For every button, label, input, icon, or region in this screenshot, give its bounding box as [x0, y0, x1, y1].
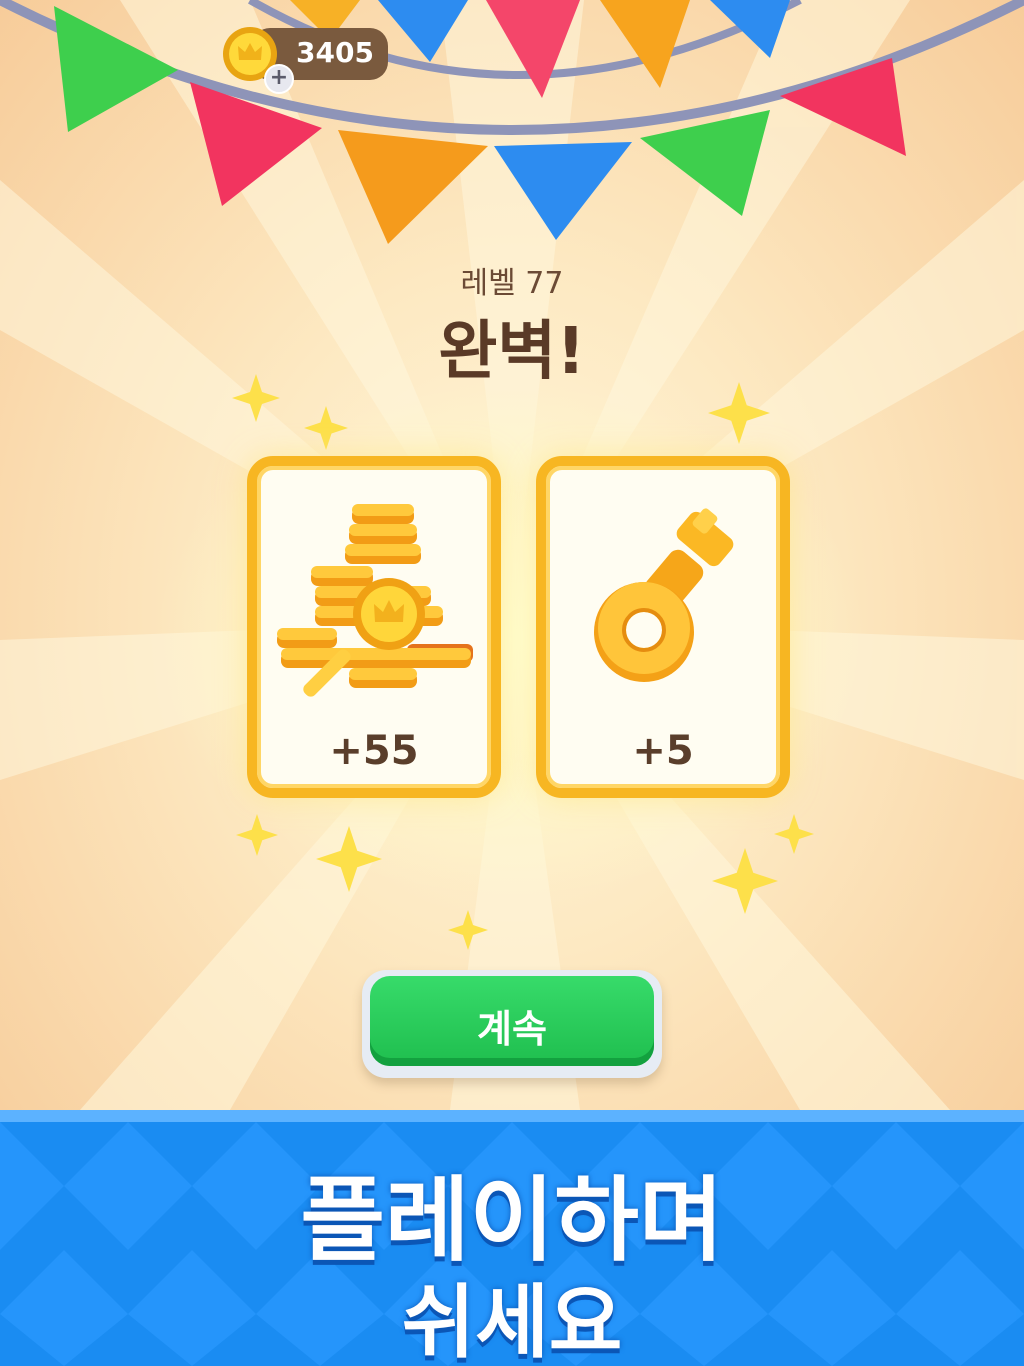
coin-pile-icon	[277, 504, 473, 697]
reward-card-keys: +5	[536, 456, 790, 798]
reward-card-coins: +55	[247, 456, 501, 798]
coin-balance-counter[interactable]: 3405 +	[222, 26, 390, 94]
key-reward-amount: +5	[632, 728, 694, 774]
sparkle-star-icon	[316, 826, 382, 892]
sparkle-star-icon	[448, 910, 488, 950]
result-headline: 완벽!	[438, 315, 586, 389]
sparkle-star-icon	[774, 814, 814, 854]
continue-button[interactable]: 계속	[362, 970, 662, 1078]
level-label: 레벨 77	[460, 266, 564, 301]
continue-button-face: 계속	[370, 976, 654, 1066]
sparkle-star-icon	[708, 382, 770, 444]
banner-top-edge	[0, 1110, 1024, 1122]
sparkle-star-icon	[712, 848, 778, 914]
sparkle-star-icon	[304, 406, 348, 450]
coin-reward-amount: +55	[329, 728, 419, 774]
party-bunting	[0, 0, 1024, 244]
promo-line-2: 쉬세요	[401, 1276, 623, 1366]
level-complete-scene: 3405 + 레벨 77 완벽! +55 +5 계속	[0, 0, 1024, 1110]
promo-banner: 플레이하며 쉬세요	[0, 1110, 1024, 1366]
sparkle-star-icon	[236, 814, 278, 856]
coin-balance-value: 3405	[296, 36, 374, 69]
add-coins-button[interactable]: +	[264, 64, 294, 94]
key-icon	[594, 508, 734, 682]
sparkle-star-icon	[232, 374, 280, 422]
continue-button-label: 계속	[477, 1007, 547, 1051]
